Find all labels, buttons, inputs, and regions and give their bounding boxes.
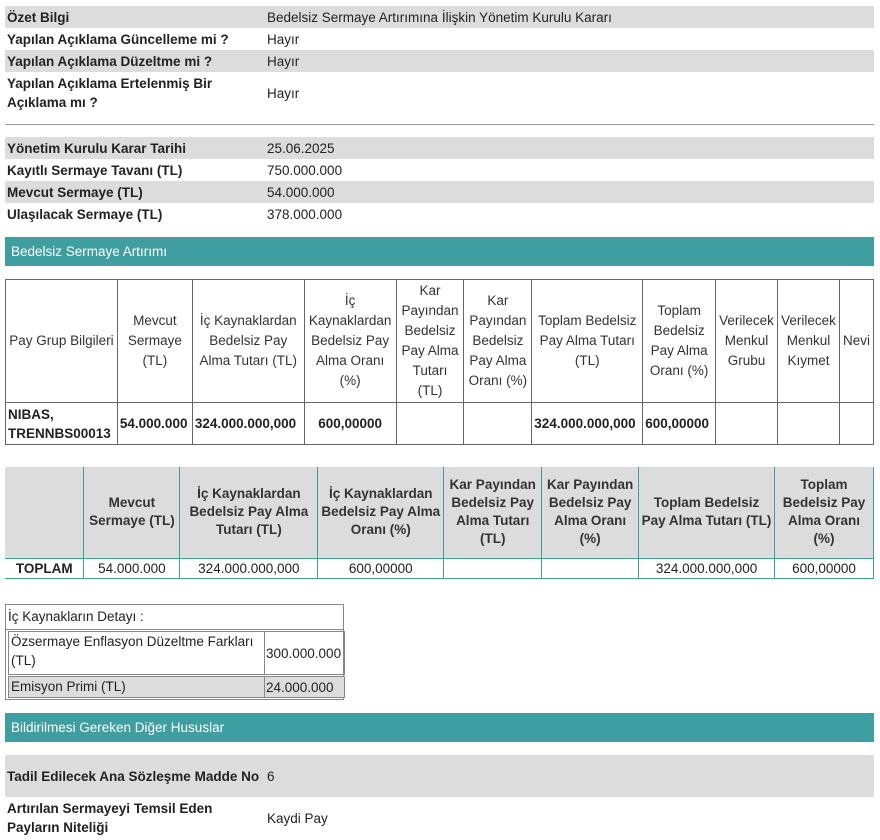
board-key: Kayıtlı Sermaye Tavanı (TL) [7,162,183,178]
table-cell: 324.000.000,000 [191,402,305,445]
table-header-row: Mevcut Sermaye (TL) İç Kaynaklardan Bede… [5,467,874,558]
column-header: Mevcut Sermaye (TL) [116,279,193,403]
table-header-row: Pay Grup Bilgileri Mevcut Sermaye (TL) İ… [5,279,875,403]
summary-row: Yapılan Açıklama Ertelenmiş Bir Açıklama… [5,72,874,114]
board-row: Kayıtlı Sermaye Tavanı (TL) 750.000.000 [5,159,874,181]
column-header: İç Kaynaklardan Bedelsiz Pay Alma Oranı … [303,279,397,403]
column-header: Nevi [838,279,875,403]
table-row: TOPLAM 54.000.000 324.000.000,000 600,00… [5,557,874,579]
table-cell [463,402,533,445]
source-label: Özsermaye Enflasyon Düzeltme Farkları (T… [8,631,265,675]
divider [5,124,874,125]
source-value: 300.000.000 [265,631,345,675]
column-header [5,467,85,558]
board-value: 750.000.000 [267,162,343,178]
section-header-capital-increase: Bedelsiz Sermaye Artırımı [5,237,874,266]
section-header-other-matters: Bildirilmesi Gereken Diğer Hususlar [5,713,874,742]
summary-value: Hayır [267,53,300,69]
summary-value: Hayır [267,31,300,47]
board-row: Ulaşılacak Sermaye (TL) 378.000.000 [5,203,874,225]
board-row: Yönetim Kurulu Karar Tarihi 25.06.2025 [5,137,874,159]
other-value: 6 [267,768,275,784]
internal-sources-title: İç Kaynakların Detayı : [6,605,343,630]
column-header: Toplam Bedelsiz Pay Alma Tutarı (TL) [638,467,775,558]
total-table: Mevcut Sermaye (TL) İç Kaynaklardan Bede… [5,467,874,579]
board-row: Mevcut Sermaye (TL) 54.000.000 [5,181,874,203]
column-header: Pay Grup Bilgileri [5,279,118,403]
table-cell: 54.000.000 [83,557,181,579]
table-cell: 324.000.000,000 [179,557,319,579]
table-cell [715,402,779,445]
column-header: Toplam Bedelsiz Pay Alma Tutarı (TL) [531,279,644,403]
table-row: NIBAS, TRENNBS00013 54.000.000 324.000.0… [5,402,875,445]
column-header: İç Kaynaklardan Bedelsiz Pay Alma Tutarı… [191,279,305,403]
summary-row: Özet Bilgi Bedelsiz Sermaye Artırımına İ… [5,6,874,28]
list-item: Emisyon Primi (TL) 24.000.000 [8,676,345,698]
board-key: Ulaşılacak Sermaye (TL) [7,206,163,222]
table-cell: 600,00000 [642,402,717,445]
summary-key: Özet Bilgi [7,9,70,25]
table-cell [777,402,840,445]
board-block: Yönetim Kurulu Karar Tarihi 25.06.2025 K… [5,137,874,225]
other-key: Tadil Edilecek Ana Sözleşme Madde No [7,768,260,784]
source-value: 24.000.000 [265,676,345,698]
table-cell: 600,00000 [303,402,397,445]
column-header: Kar Payından Bedelsiz Pay Alma Oranı (%) [541,467,640,558]
board-value: 378.000.000 [267,206,343,222]
other-key: Artırılan Sermayeyi Temsil Eden Payların… [7,801,213,835]
column-header: Kar Payından Bedelsiz Pay Alma Tutarı (T… [443,467,543,558]
other-row: Tadil Edilecek Ana Sözleşme Madde No 6 [5,755,874,797]
summary-row: Yapılan Açıklama Düzeltme mi ? Hayır [5,50,874,72]
other-block: Tadil Edilecek Ana Sözleşme Madde No 6 A… [5,755,874,839]
table-cell [395,402,465,445]
board-key: Yönetim Kurulu Karar Tarihi [7,140,187,156]
table-cell: 600,00000 [774,557,874,579]
board-value: 54.000.000 [267,184,335,200]
other-value: Kaydi Pay [267,810,328,826]
summary-key: Yapılan Açıklama Düzeltme mi ? [7,53,213,69]
summary-key: Yapılan Açıklama Ertelenmiş Bir Açıklama… [7,76,213,110]
board-key: Mevcut Sermaye (TL) [7,184,143,200]
summary-value: Hayır [267,85,300,101]
column-header: Kar Payından Bedelsiz Pay Alma Tutarı (T… [395,279,465,403]
column-header: İç Kaynaklardan Bedelsiz Pay Alma Oranı … [317,467,445,558]
board-value: 25.06.2025 [267,140,335,156]
pay-group-table: Pay Grup Bilgileri Mevcut Sermaye (TL) İ… [5,279,875,445]
column-header: İç Kaynaklardan Bedelsiz Pay Alma Tutarı… [179,467,319,558]
table-cell: 600,00000 [317,557,445,579]
other-row: Artırılan Sermayeyi Temsil Eden Payların… [5,797,874,839]
table-cell: 324.000.000,000 [638,557,775,579]
table-cell: 324.000.000,000 [531,402,644,445]
summary-value: Bedelsiz Sermaye Artırımına İlişkin Yöne… [267,9,612,25]
table-cell [541,557,640,579]
table-cell [443,557,543,579]
column-header: Verilecek Menkul Grubu [715,279,779,403]
summary-block: Özet Bilgi Bedelsiz Sermaye Artırımına İ… [5,6,874,114]
column-header: Verilecek Menkul Kıymet [777,279,840,403]
column-header: Toplam Bedelsiz Pay Alma Oranı (%) [774,467,874,558]
table-cell [838,402,875,445]
source-label: Emisyon Primi (TL) [8,676,265,698]
summary-row: Yapılan Açıklama Güncelleme mi ? Hayır [5,28,874,50]
table-cell: TOPLAM [5,557,85,579]
table-cell: 54.000.000 [116,402,193,445]
list-item: Özsermaye Enflasyon Düzeltme Farkları (T… [8,631,345,675]
column-header: Toplam Bedelsiz Pay Alma Oranı (%) [642,279,717,403]
column-header: Kar Payından Bedelsiz Pay Alma Oranı (%) [463,279,533,403]
column-header: Mevcut Sermaye (TL) [83,467,181,558]
internal-sources-box: İç Kaynakların Detayı : Özsermaye Enflas… [5,604,345,700]
summary-key: Yapılan Açıklama Güncelleme mi ? [7,31,229,47]
table-cell: NIBAS, TRENNBS00013 [5,402,118,445]
